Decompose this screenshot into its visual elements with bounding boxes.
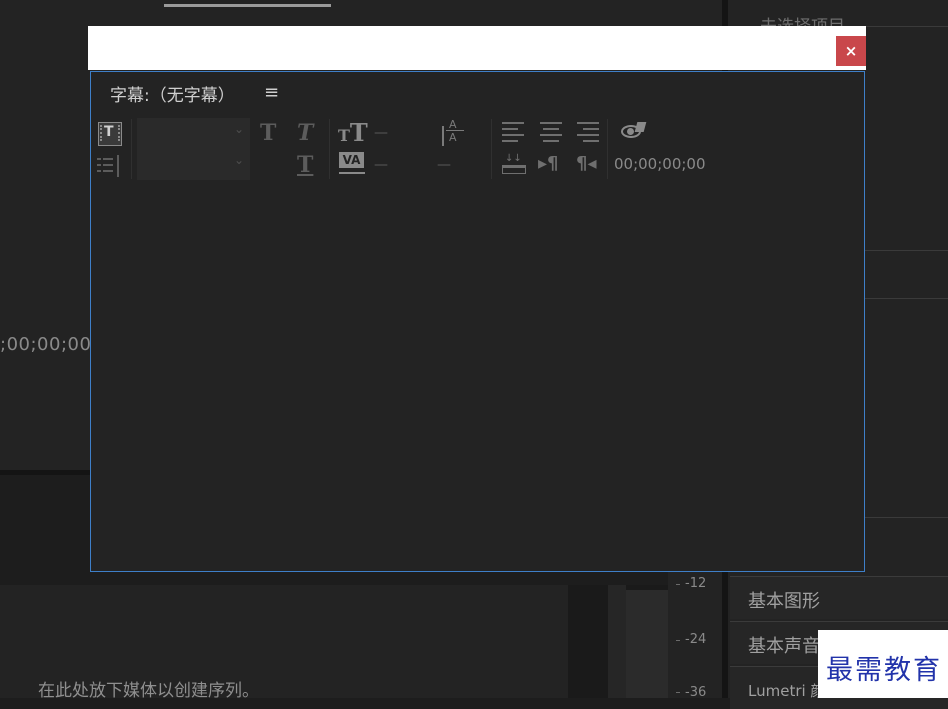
toolbar-separator [131, 119, 132, 179]
bold-icon[interactable]: T [260, 120, 276, 146]
panel-tab-label: 基本声音 [748, 636, 820, 657]
align-left-icon[interactable] [502, 122, 526, 142]
paragraph-rtl-icon[interactable]: ¶◂ [576, 153, 597, 174]
caption-window-titlebar[interactable] [88, 26, 866, 70]
font-style-dropdown[interactable]: ⌄ [137, 149, 250, 180]
italic-icon[interactable]: T [297, 120, 313, 146]
font-size-icon[interactable]: TT [338, 118, 368, 147]
tracking-value[interactable]: — [374, 157, 388, 173]
audio-meter-top-edge [626, 585, 668, 590]
caption-timecode[interactable]: 00;00;00;00 [614, 155, 706, 173]
paragraph-ltr-icon[interactable]: ▸¶ [538, 153, 559, 174]
playback-scrub-bar[interactable] [164, 4, 331, 7]
tracking-icon[interactable]: VA [338, 152, 366, 178]
meter-tick [676, 640, 680, 641]
toolbar-separator [491, 119, 492, 179]
close-button[interactable]: × [836, 36, 866, 66]
meter-tick [676, 692, 680, 693]
leading-icon[interactable]: A A [440, 118, 466, 148]
audio-meter-channel [626, 585, 668, 698]
toolbar-separator [607, 119, 608, 179]
meter-label: -12 [685, 576, 707, 591]
line-spacing-icon[interactable] [97, 154, 123, 178]
align-right-icon[interactable] [577, 122, 601, 142]
meter-label: -24 [685, 632, 707, 647]
watermark-logo: 最需教育 [818, 630, 948, 698]
watermark-text: 最需教育 [826, 655, 942, 686]
font-family-dropdown[interactable]: ⌄ [137, 118, 250, 149]
timeline-scroll-region [568, 585, 608, 698]
caption-panel-title: 字幕:（无字幕） [110, 86, 235, 106]
visibility-eye-icon[interactable] [620, 122, 647, 142]
panel-tab-label: 基本图形 [748, 591, 820, 612]
caption-block-icon[interactable]: T [98, 122, 122, 146]
align-center-icon[interactable] [539, 122, 563, 142]
font-size-value[interactable]: — [374, 125, 388, 141]
chevron-down-icon: ⌄ [233, 122, 244, 136]
panel-tab-essential-graphics[interactable]: 基本图形 [730, 576, 948, 619]
toolbar-separator [329, 119, 330, 179]
chevron-down-icon: ⌄ [233, 153, 244, 167]
meter-tick [676, 584, 680, 585]
tools-column [608, 585, 626, 698]
panel-menu-icon[interactable]: ≡ [264, 82, 279, 103]
leading-value[interactable]: — [437, 157, 451, 173]
underline-icon[interactable]: T [297, 152, 313, 178]
timeline-drop-hint: 在此处放下媒体以创建序列。 [38, 681, 259, 701]
tab-stops-icon[interactable]: ↓↓ [502, 153, 528, 177]
